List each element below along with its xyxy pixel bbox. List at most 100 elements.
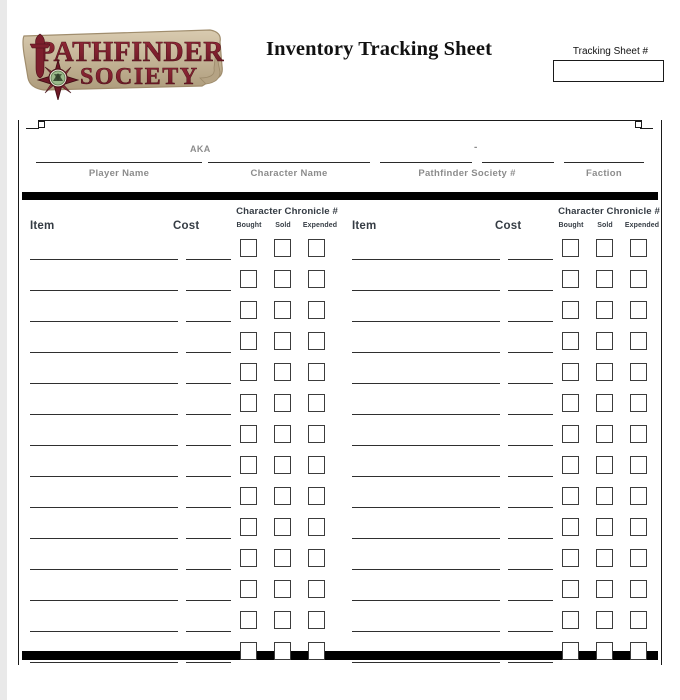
cost-input[interactable] bbox=[186, 600, 231, 601]
item-input[interactable] bbox=[30, 538, 178, 539]
expended-checkbox[interactable] bbox=[308, 425, 325, 443]
item-input[interactable] bbox=[30, 569, 178, 570]
cost-input[interactable] bbox=[186, 662, 231, 663]
item-input[interactable] bbox=[352, 569, 500, 570]
sold-checkbox[interactable] bbox=[274, 456, 291, 474]
cost-input[interactable] bbox=[186, 538, 231, 539]
item-input[interactable] bbox=[352, 321, 500, 322]
cost-input[interactable] bbox=[186, 631, 231, 632]
bought-checkbox[interactable] bbox=[562, 518, 579, 536]
bought-checkbox[interactable] bbox=[240, 332, 257, 350]
expended-checkbox[interactable] bbox=[630, 549, 647, 567]
character-name-input[interactable] bbox=[208, 162, 370, 163]
bought-checkbox[interactable] bbox=[562, 425, 579, 443]
sold-checkbox[interactable] bbox=[274, 363, 291, 381]
sold-checkbox[interactable] bbox=[596, 580, 613, 598]
sold-checkbox[interactable] bbox=[596, 456, 613, 474]
cost-input[interactable] bbox=[186, 259, 231, 260]
item-input[interactable] bbox=[30, 290, 178, 291]
sold-checkbox[interactable] bbox=[274, 549, 291, 567]
bought-checkbox[interactable] bbox=[240, 642, 257, 660]
sold-checkbox[interactable] bbox=[274, 394, 291, 412]
bought-checkbox[interactable] bbox=[240, 518, 257, 536]
item-input[interactable] bbox=[352, 631, 500, 632]
item-input[interactable] bbox=[352, 445, 500, 446]
cost-input[interactable] bbox=[508, 507, 553, 508]
expended-checkbox[interactable] bbox=[630, 611, 647, 629]
bought-checkbox[interactable] bbox=[562, 363, 579, 381]
bought-checkbox[interactable] bbox=[240, 580, 257, 598]
cost-input[interactable] bbox=[186, 321, 231, 322]
sold-checkbox[interactable] bbox=[596, 611, 613, 629]
sold-checkbox[interactable] bbox=[274, 425, 291, 443]
sold-checkbox[interactable] bbox=[274, 518, 291, 536]
item-input[interactable] bbox=[30, 507, 178, 508]
sold-checkbox[interactable] bbox=[274, 239, 291, 257]
expended-checkbox[interactable] bbox=[630, 518, 647, 536]
expended-checkbox[interactable] bbox=[308, 642, 325, 660]
bought-checkbox[interactable] bbox=[240, 549, 257, 567]
item-input[interactable] bbox=[30, 321, 178, 322]
bought-checkbox[interactable] bbox=[562, 332, 579, 350]
item-input[interactable] bbox=[352, 538, 500, 539]
item-input[interactable] bbox=[30, 352, 178, 353]
item-input[interactable] bbox=[30, 600, 178, 601]
item-input[interactable] bbox=[352, 476, 500, 477]
expended-checkbox[interactable] bbox=[630, 580, 647, 598]
expended-checkbox[interactable] bbox=[630, 487, 647, 505]
cost-input[interactable] bbox=[508, 662, 553, 663]
bought-checkbox[interactable] bbox=[562, 301, 579, 319]
cost-input[interactable] bbox=[508, 569, 553, 570]
cost-input[interactable] bbox=[508, 414, 553, 415]
sold-checkbox[interactable] bbox=[274, 611, 291, 629]
society-number-input-suffix[interactable] bbox=[482, 162, 554, 163]
expended-checkbox[interactable] bbox=[630, 270, 647, 288]
faction-input[interactable] bbox=[564, 162, 644, 163]
cost-input[interactable] bbox=[508, 321, 553, 322]
bought-checkbox[interactable] bbox=[562, 580, 579, 598]
sold-checkbox[interactable] bbox=[596, 363, 613, 381]
expended-checkbox[interactable] bbox=[308, 363, 325, 381]
expended-checkbox[interactable] bbox=[308, 239, 325, 257]
cost-input[interactable] bbox=[186, 507, 231, 508]
expended-checkbox[interactable] bbox=[308, 332, 325, 350]
bought-checkbox[interactable] bbox=[562, 549, 579, 567]
bought-checkbox[interactable] bbox=[240, 487, 257, 505]
tracking-sheet-number-input[interactable] bbox=[553, 60, 664, 82]
cost-input[interactable] bbox=[508, 600, 553, 601]
item-input[interactable] bbox=[30, 662, 178, 663]
expended-checkbox[interactable] bbox=[630, 394, 647, 412]
bought-checkbox[interactable] bbox=[240, 394, 257, 412]
expended-checkbox[interactable] bbox=[308, 301, 325, 319]
expended-checkbox[interactable] bbox=[630, 456, 647, 474]
cost-input[interactable] bbox=[508, 476, 553, 477]
expended-checkbox[interactable] bbox=[630, 642, 647, 660]
bought-checkbox[interactable] bbox=[240, 363, 257, 381]
bought-checkbox[interactable] bbox=[240, 270, 257, 288]
cost-input[interactable] bbox=[186, 414, 231, 415]
cost-input[interactable] bbox=[508, 538, 553, 539]
expended-checkbox[interactable] bbox=[308, 487, 325, 505]
item-input[interactable] bbox=[30, 414, 178, 415]
expended-checkbox[interactable] bbox=[630, 301, 647, 319]
sold-checkbox[interactable] bbox=[596, 487, 613, 505]
cost-input[interactable] bbox=[186, 290, 231, 291]
item-input[interactable] bbox=[352, 600, 500, 601]
bought-checkbox[interactable] bbox=[562, 642, 579, 660]
sold-checkbox[interactable] bbox=[274, 642, 291, 660]
item-input[interactable] bbox=[352, 352, 500, 353]
sold-checkbox[interactable] bbox=[596, 239, 613, 257]
bought-checkbox[interactable] bbox=[562, 611, 579, 629]
cost-input[interactable] bbox=[186, 569, 231, 570]
expended-checkbox[interactable] bbox=[308, 270, 325, 288]
item-input[interactable] bbox=[352, 383, 500, 384]
sold-checkbox[interactable] bbox=[274, 301, 291, 319]
player-name-input[interactable] bbox=[36, 162, 202, 163]
bought-checkbox[interactable] bbox=[240, 239, 257, 257]
cost-input[interactable] bbox=[508, 445, 553, 446]
item-input[interactable] bbox=[30, 631, 178, 632]
sold-checkbox[interactable] bbox=[596, 425, 613, 443]
expended-checkbox[interactable] bbox=[308, 518, 325, 536]
sold-checkbox[interactable] bbox=[596, 518, 613, 536]
cost-input[interactable] bbox=[508, 259, 553, 260]
